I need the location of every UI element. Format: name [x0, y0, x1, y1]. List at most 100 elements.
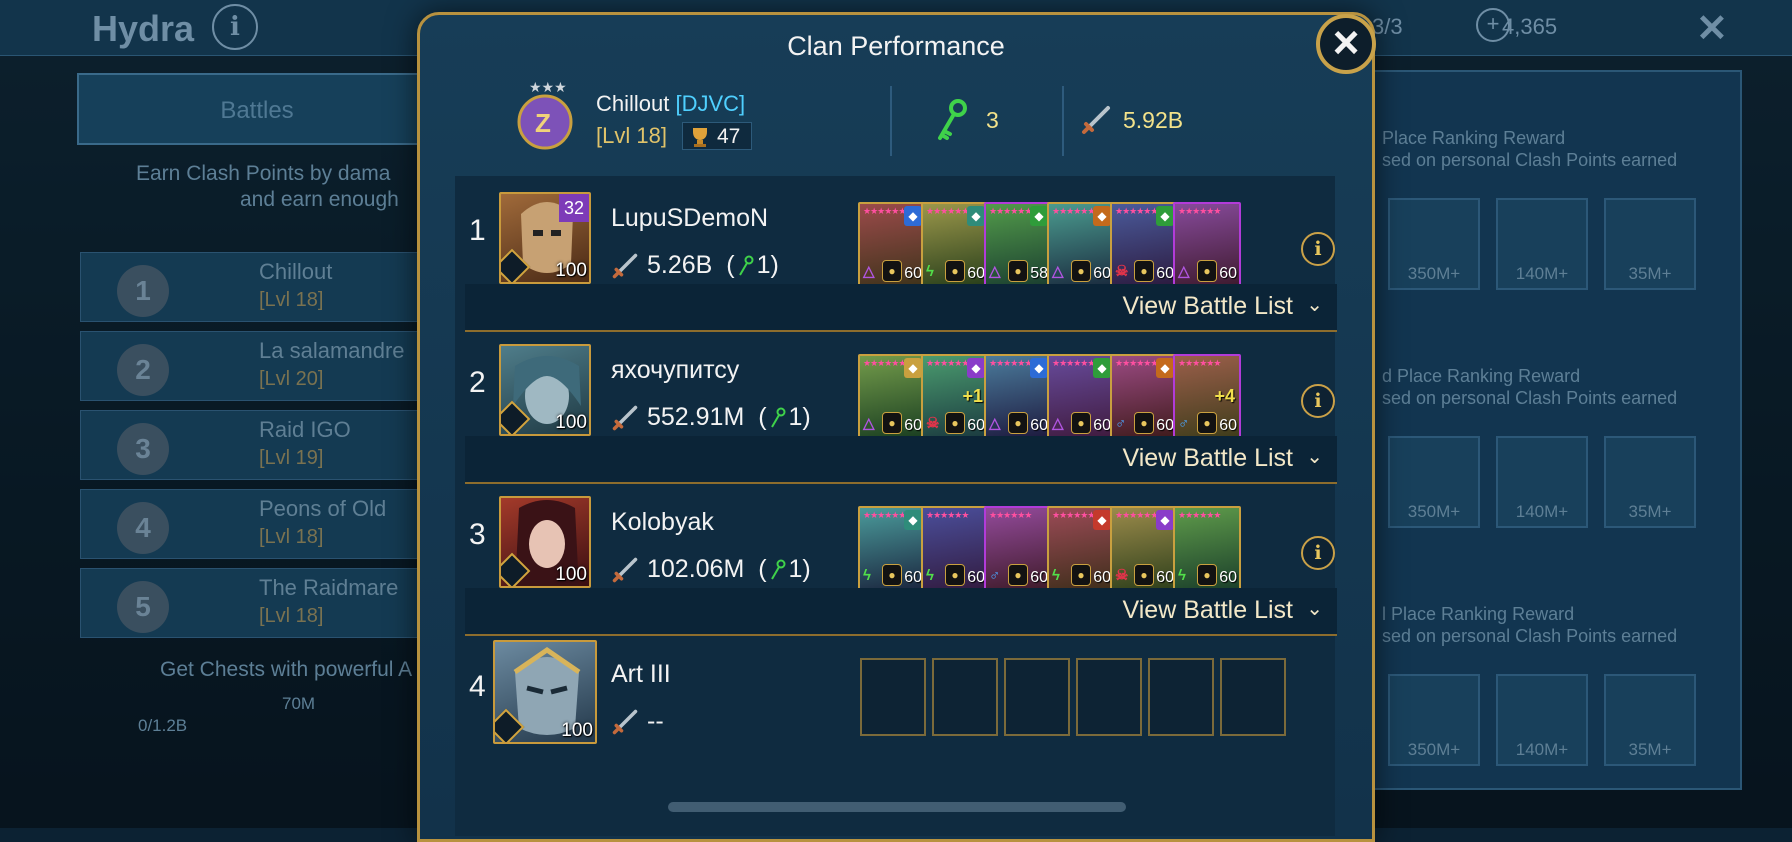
player-name: Kolobyak — [611, 508, 714, 536]
clan-name: Chillout — [259, 259, 333, 284]
champion-card[interactable]: ★★★★★★ ◆ △ ● 60 — [858, 354, 926, 438]
role-icon: ◆ — [904, 358, 922, 378]
player-name: Art III — [611, 660, 671, 688]
star-rating-icon: ★★★★★★ — [989, 206, 1032, 216]
reward-chest: 140M+ — [1496, 674, 1588, 766]
blessing-icon: ● — [945, 564, 965, 586]
clan-level: [Lvl 20] — [259, 368, 324, 390]
page-title: Hydra — [92, 8, 195, 49]
view-battle-list-button[interactable]: View Battle List ⌄ — [465, 284, 1337, 332]
info-icon[interactable]: i — [212, 4, 258, 50]
view-battle-list-button[interactable]: View Battle List ⌄ — [465, 436, 1337, 484]
clan-level: [Lvl 18] — [259, 289, 324, 311]
horizontal-scrollbar[interactable] — [668, 802, 1126, 812]
blessing-icon: ● — [1134, 260, 1154, 282]
battles-tab[interactable]: Battles — [77, 73, 437, 145]
player-avatar[interactable]: 100 — [499, 496, 591, 588]
player-info-button[interactable]: i — [1301, 384, 1335, 418]
affinity-icon: △ — [863, 263, 875, 280]
player-info-button[interactable]: i — [1301, 232, 1335, 266]
view-battle-list-button[interactable]: View Battle List ⌄ — [465, 588, 1337, 636]
champion-card[interactable]: ★★★★★★ ◆ ♂ ● 60 — [1110, 354, 1178, 438]
gems-counter: 4,365 — [1502, 14, 1558, 39]
keys-used: 3 — [986, 107, 999, 133]
damage-value: -- — [647, 707, 664, 735]
star-rating-icon: ★★★★★★ — [1178, 206, 1221, 216]
champion-card[interactable]: ★★★★★★ △ ● 60 — [1173, 202, 1241, 286]
champion-card[interactable]: ★★★★★★ ◆ △ ● 60 — [858, 202, 926, 286]
reward-chest: 140M+ — [1496, 198, 1588, 290]
player-rank: 1 — [469, 214, 486, 247]
champion-level: 60 — [967, 569, 985, 586]
champion-card[interactable]: ★★★★★★ ◆ △ ● 60 — [984, 354, 1052, 438]
star-rating-icon: ★★★★★★ — [1115, 510, 1158, 520]
star-rating-icon: ★★★★★★ — [989, 510, 1032, 520]
player-damage: -- — [611, 707, 664, 736]
key-icon — [738, 255, 754, 276]
champion-card[interactable]: ★★★★★★ ◆ △ ● 60 — [1047, 354, 1115, 438]
player-avatar[interactable]: 100 — [499, 344, 591, 436]
sword-icon — [612, 558, 638, 583]
rank-number: 4 — [117, 502, 169, 554]
svg-text:Z: Z — [535, 108, 551, 138]
reward-title: d Place Ranking Reward — [1382, 366, 1581, 386]
star-rating-icon: ★★★★★★ — [863, 510, 906, 520]
keys-value: 1) — [788, 403, 811, 431]
reward-chest: 350M+ — [1388, 198, 1480, 290]
reward-chest: 35M+ — [1604, 436, 1696, 528]
player-row: 4 100 Art III -- — [455, 632, 1335, 744]
clan-title: Chillout [DJVC] — [596, 91, 745, 117]
blessing-icon: ● — [945, 260, 965, 282]
bg-rank-row: 1 Chillout [Lvl 18] — [80, 252, 440, 322]
star-rating-icon: ★★★★★★ — [926, 358, 969, 368]
player-avatar[interactable]: 32 100 — [499, 192, 591, 284]
champion-card[interactable]: ★★★★★★ ϟ ● 60 — [921, 506, 989, 590]
star-rating-icon: ★★★★★★ — [1052, 206, 1095, 216]
champion-card[interactable]: ★★★★★★ ◆ ϟ ● 60 — [858, 506, 926, 590]
role-icon: ◆ — [967, 206, 985, 226]
champion-level: 60 — [904, 417, 922, 434]
champion-level: 60 — [904, 265, 922, 282]
player-info-button[interactable]: i — [1301, 536, 1335, 570]
close-page-icon[interactable]: ✕ — [1696, 6, 1728, 51]
blessing-icon: ● — [882, 412, 902, 434]
role-icon: ◆ — [904, 510, 922, 530]
blessing-icon: ● — [1008, 260, 1028, 282]
player-badge: 32 — [559, 194, 589, 222]
champion-card[interactable]: ★★★★★★ ◆ ☠ ● 60 — [1110, 506, 1178, 590]
rank-number: 2 — [117, 344, 169, 396]
clan-level: [Lvl 18] — [259, 526, 324, 548]
modal-title: Clan Performance — [787, 31, 1005, 61]
champion-card[interactable]: ★★★★★★ ◆ △ ● 60 — [1047, 202, 1115, 286]
star-rating-icon: ★★★★★★ — [1115, 358, 1158, 368]
champion-card[interactable]: ★★★★★★ ◆ ☠ ● +1 60 — [921, 354, 989, 438]
view-battle-list-label: View Battle List — [1122, 596, 1293, 624]
affinity-icon: △ — [1052, 415, 1064, 432]
role-icon: ◆ — [1093, 206, 1111, 226]
affinity-icon: ☠ — [1115, 567, 1129, 584]
champion-card[interactable]: ★★★★★★ ♂ ● +4 60 — [1173, 354, 1241, 438]
star-rating-icon: ★★★★★★ — [926, 206, 969, 216]
player-avatar[interactable]: 100 — [493, 640, 597, 744]
clan-name: Chillout — [596, 91, 670, 116]
champion-card[interactable]: ★★★★★★ ◆ ☠ ● 60 — [1110, 202, 1178, 286]
rank-number: 1 — [117, 265, 169, 317]
player-list[interactable]: 1 32 100 LupuSDemoN 5.26B (1) ★★★★★★ ◆ △ ● 6… — [455, 176, 1337, 836]
close-button[interactable]: × — [1316, 14, 1376, 74]
blessing-icon: ● — [1071, 564, 1091, 586]
champion-card[interactable]: ★★★★★★ ◆ ϟ ● 60 — [921, 202, 989, 286]
champion-level: 60 — [1093, 569, 1111, 586]
champion-level: 60 — [1093, 417, 1111, 434]
chevron-down-icon: ⌄ — [1306, 446, 1323, 468]
reward-title: l Place Ranking Reward — [1382, 604, 1575, 624]
champion-card[interactable]: ★★★★★★ ◆ △ ● 58 — [984, 202, 1052, 286]
champion-card[interactable]: ★★★★★★ ◆ ϟ ● 60 — [1047, 506, 1115, 590]
champion-card[interactable]: ★★★★★★ ϟ ● 60 — [1173, 506, 1241, 590]
affinity-icon: ♂ — [1178, 415, 1190, 432]
champion-card[interactable]: ★★★★★★ ♂ ● 60 — [984, 506, 1052, 590]
star-rating-icon: ★★★★★★ — [1052, 510, 1095, 520]
champion-level: 60 — [967, 265, 985, 282]
sword-icon — [1082, 106, 1110, 134]
bg-description-2: and earn enough — [240, 188, 399, 211]
sword-icon — [612, 710, 638, 735]
